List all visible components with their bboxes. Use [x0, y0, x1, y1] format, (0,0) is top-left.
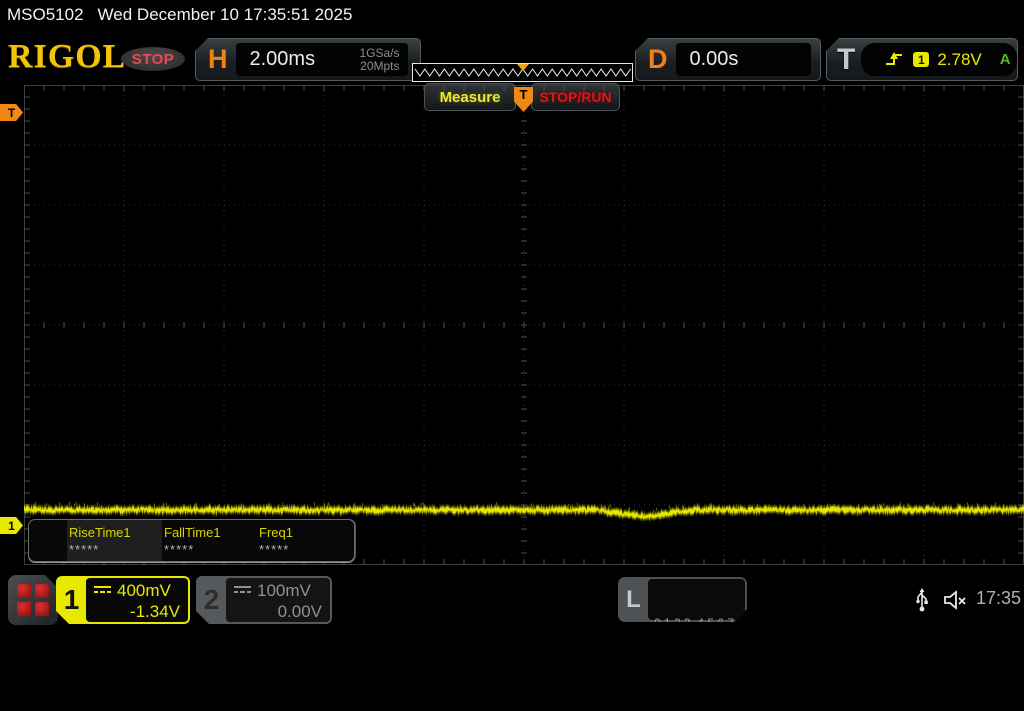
- delay-settings-box[interactable]: D 0.00s: [635, 38, 821, 81]
- waveform-preview-strip[interactable]: [412, 63, 633, 82]
- channel2-dc-coupling-icon: [234, 586, 251, 596]
- graticule-display: [24, 85, 1024, 565]
- trigger-slope-icon: [885, 51, 905, 69]
- menu-grid-icon: [17, 584, 49, 616]
- rigol-logo: RIGOL: [8, 38, 126, 76]
- function-menu-button[interactable]: [8, 575, 58, 625]
- channel2-scale: 100mV: [257, 581, 311, 601]
- channel2-offset: 0.00V: [234, 602, 322, 622]
- channel1-status-box[interactable]: 1 400mV -1.34V: [56, 576, 190, 624]
- channel1-scale: 400mV: [117, 581, 171, 601]
- channel1-waveform-trace: [24, 85, 1024, 565]
- channel1-offset: -1.34V: [94, 602, 180, 622]
- titlebar: MSO5102 Wed December 10 17:35:51 2025: [0, 0, 1024, 30]
- measurement-panel-spacer: [29, 520, 67, 561]
- channel1-dc-coupling-icon: [94, 586, 111, 596]
- trigger-label: T: [827, 43, 861, 77]
- horizontal-settings-box[interactable]: H 2.00ms 1GSa/s 20Mpts: [195, 38, 421, 81]
- trigger-source-badge: 1: [913, 52, 929, 67]
- sample-rate-depth: 1GSa/s 20Mpts: [359, 47, 407, 73]
- header-bar: RIGOL STOP H 2.00ms 1GSa/s 20Mpts Measur…: [0, 30, 1024, 85]
- model-name: MSO5102: [7, 5, 84, 25]
- timebase-value: 2.00ms: [236, 48, 360, 71]
- channel1-ground-marker[interactable]: 1: [0, 517, 23, 534]
- measurement-panel[interactable]: RiseTime1 ***** FallTime1 ***** Freq1 **…: [28, 519, 355, 562]
- logic-label: L: [618, 577, 649, 622]
- trigger-mode-auto: A: [1000, 51, 1011, 68]
- trigger-position-indicator-icon: [517, 64, 529, 71]
- speaker-mute-icon[interactable]: [942, 589, 968, 611]
- trigger-settings-box[interactable]: T 1 2.78V A: [826, 38, 1018, 81]
- trigger-level-value: 2.78V: [937, 50, 981, 70]
- measurement-item-risetime[interactable]: RiseTime1 *****: [67, 520, 162, 561]
- acquisition-status-badge: STOP: [121, 47, 185, 71]
- usb-icon: [914, 587, 930, 613]
- channel2-number: 2: [196, 576, 227, 624]
- datetime-text: Wed December 10 17:35:51 2025: [98, 5, 353, 25]
- logic-channel-numbers: 0 1 2 3 4 5 6 7 8 9 1011 12131415: [648, 579, 745, 620]
- clock-time: 17:35: [976, 588, 1021, 609]
- delay-value: 0.00s: [676, 48, 739, 71]
- logic-channels-box[interactable]: L 0 1 2 3 4 5 6 7 8 9 1011 12131415: [618, 577, 747, 622]
- trigger-level-marker[interactable]: T: [0, 104, 23, 121]
- channel1-number: 1: [56, 576, 87, 624]
- measurement-item-freq[interactable]: Freq1 *****: [257, 520, 352, 561]
- status-icons: 17:35: [914, 585, 1024, 615]
- channel2-status-box[interactable]: 2 100mV 0.00V: [196, 576, 332, 624]
- delay-label: D: [636, 44, 676, 75]
- horizontal-label: H: [196, 44, 236, 75]
- measurement-item-falltime[interactable]: FallTime1 *****: [162, 520, 257, 561]
